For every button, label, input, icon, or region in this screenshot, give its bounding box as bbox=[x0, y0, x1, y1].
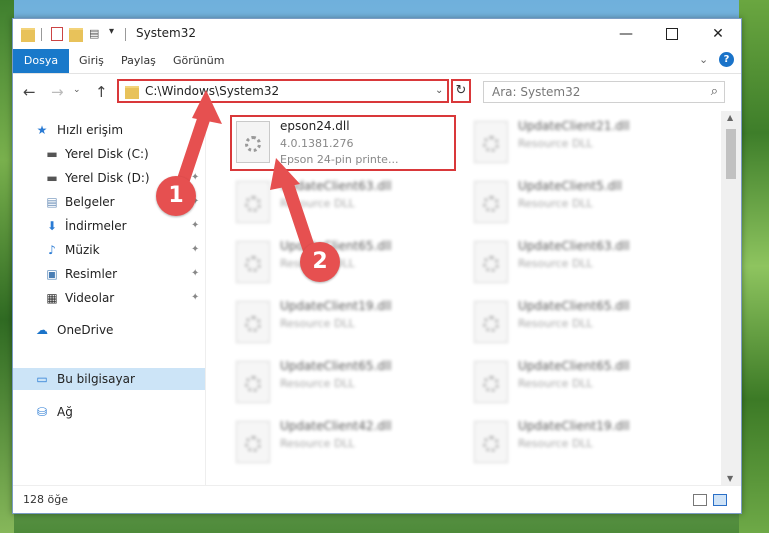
step-badge-2: 2 bbox=[300, 242, 340, 282]
step-badge-1: 1 bbox=[156, 176, 196, 216]
annotation-overlay bbox=[171, 90, 319, 265]
arrow-2 bbox=[270, 158, 319, 265]
